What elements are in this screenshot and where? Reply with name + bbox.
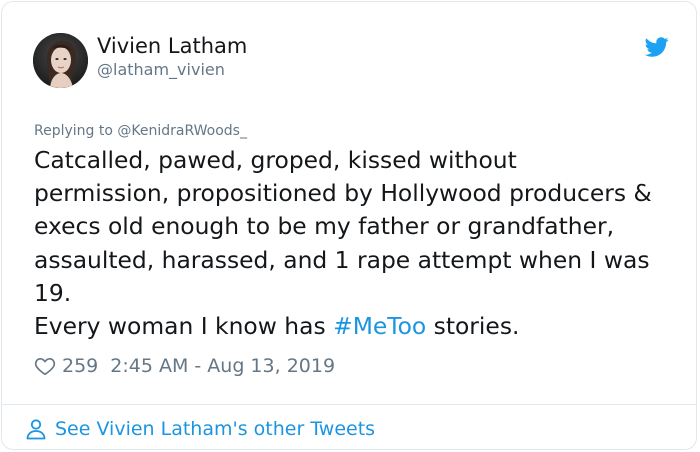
tweet-line: 19. [34, 278, 72, 307]
avatar[interactable] [33, 33, 88, 88]
see-other-tweets-label: See Vivien Latham's other Tweets [55, 418, 376, 440]
tweet-meta: 259 2:45 AM - Aug 13, 2019 [34, 353, 335, 379]
tweet-timestamp[interactable]: 2:45 AM - Aug 13, 2019 [110, 355, 335, 377]
hashtag-link[interactable]: #MeToo [333, 312, 426, 340]
tweet-last-line: Every woman I know has #MeToo stories. [34, 310, 684, 343]
tweet-line: execs old enough to be my father or gran… [34, 212, 615, 241]
user-handle[interactable]: @latham_vivien [97, 59, 225, 81]
divider [2, 404, 696, 405]
replying-to[interactable]: Replying to @KenidraRWoods_ [34, 121, 247, 141]
tweet-line: permission, propositioned by Hollywood p… [34, 179, 652, 208]
see-other-tweets-link[interactable]: See Vivien Latham's other Tweets [24, 416, 375, 442]
tweet-card: Vivien Latham @latham_vivien Replying to… [1, 1, 697, 450]
tweet-text-segment: Every woman I know has [34, 312, 334, 341]
user-display-name[interactable]: Vivien Latham [97, 32, 247, 60]
tweet-text: Catcalled, pawed, groped, kissed without… [34, 144, 684, 343]
heart-icon[interactable] [34, 355, 56, 377]
tweet-text-segment: stories. [426, 312, 520, 341]
twitter-bird-icon[interactable] [644, 35, 670, 59]
like-count[interactable]: 259 [62, 355, 98, 377]
person-icon [26, 419, 46, 440]
tweet-line: Catcalled, pawed, groped, kissed without [34, 146, 517, 174]
tweet-line: assaulted, harassed, and 1 rape attempt … [34, 245, 650, 274]
